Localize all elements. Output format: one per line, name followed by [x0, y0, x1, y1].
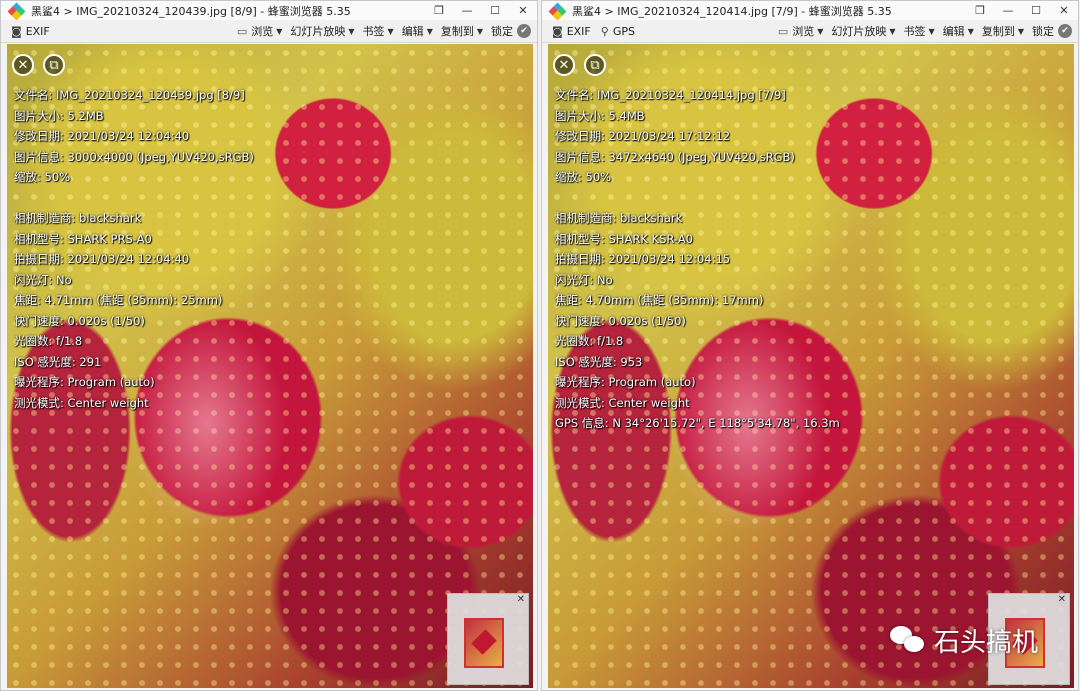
shutter-speed: 快门速度: 0.020s (1/50) — [555, 313, 686, 328]
chevron-down-icon: ▼ — [348, 26, 355, 36]
camera-make: 相机制造商: blackshark — [555, 211, 683, 225]
aperture: 光圈数: f/1.8 — [14, 334, 83, 348]
menu-slideshow[interactable]: 幻灯片放映 ▼ — [290, 23, 354, 39]
shot-date: 拍摄日期: 2021/03/24 12:04:15 — [555, 252, 731, 266]
exif-button[interactable]: ◙ EXIF — [552, 25, 591, 38]
image-info: 图片信息: 3472x4640 (Jpeg,YUV420,sRGB) — [555, 149, 795, 164]
image-info: 图片信息: 3000x4000 (Jpeg,YUV420,sRGB) — [14, 149, 254, 164]
iso: ISO 感光度: 953 — [555, 354, 643, 369]
close-icon[interactable]: ✕ — [1058, 594, 1066, 605]
file-size: 图片大小: 5.4MB — [555, 108, 645, 123]
zoom-level: 缩放: 50% — [555, 170, 612, 184]
viewer-window-right: 黑鲨4 > IMG_20210324_120414.jpg [7/9] - 蜂蜜… — [541, 0, 1079, 691]
watermark: 石头搞机 — [890, 620, 1038, 660]
chevron-down-icon: ▼ — [387, 26, 394, 36]
chevron-down-icon: ▼ — [928, 26, 935, 36]
maximize-button[interactable]: ☐ — [1022, 1, 1050, 20]
check-icon: ✔ — [1058, 24, 1072, 38]
camera-make: 相机制造商: blackshark — [14, 211, 142, 225]
restore-icon[interactable]: ❐ — [966, 1, 994, 20]
menu-view[interactable]: ▭ 浏览 ▼ — [237, 23, 283, 39]
exif-info-panel: 文件名: IMG_20210324_120439.jpg [8/9] 图片大小:… — [14, 85, 254, 413]
window-title: 黑鲨4 > IMG_20210324_120414.jpg [7/9] - 蜂蜜… — [572, 4, 892, 18]
title-bar[interactable]: 黑鲨4 > IMG_20210324_120439.jpg [8/9] - 蜂蜜… — [1, 1, 537, 20]
menu-bookmark[interactable]: 书签 ▼ — [904, 23, 935, 39]
toolbar: ◙ EXIF ⚲ GPS ▭ 浏览 ▼ 幻灯片放映 ▼ 书签 ▼ 编辑 ▼ 复制到 ▼ 锁定 ✔ — [542, 20, 1078, 43]
wechat-icon — [890, 626, 926, 654]
title-bar[interactable]: 黑鲨4 > IMG_20210324_120414.jpg [7/9] - 蜂蜜… — [542, 1, 1078, 20]
menu-edit[interactable]: 编辑 ▼ — [943, 23, 974, 39]
menu-copy-to[interactable]: 复制到 ▼ — [441, 23, 483, 39]
menu-edit[interactable]: 编辑 ▼ — [402, 23, 433, 39]
window-title: 黑鲨4 > IMG_20210324_120439.jpg [8/9] - 蜂蜜… — [31, 4, 351, 18]
camera-model: 相机型号: SHARK PRS-A0 — [14, 231, 152, 246]
modified-date: 修改日期: 2021/03/24 17:12:12 — [555, 129, 731, 143]
copy-circle-icon[interactable]: ⧉ — [584, 54, 606, 76]
camera-model: 相机型号: SHARK KSR-A0 — [555, 231, 693, 246]
close-button[interactable]: ✕ — [509, 1, 537, 20]
iso: ISO 感光度: 291 — [14, 354, 102, 369]
flash: 闪光灯: No — [14, 272, 72, 287]
close-circle-icon[interactable]: ✕ — [12, 54, 34, 76]
exposure-program: 曝光程序: Program (auto) — [555, 375, 696, 389]
close-circle-icon[interactable]: ✕ — [553, 54, 575, 76]
menu-slideshow[interactable]: 幻灯片放映 ▼ — [831, 23, 895, 39]
metering-mode: 测光模式: Center weight — [14, 395, 149, 410]
chevron-down-icon: ▼ — [1017, 26, 1024, 36]
metering-mode: 测光模式: Center weight — [555, 395, 690, 410]
view-icon: ▭ — [236, 24, 248, 38]
camera-icon: ◙ — [11, 24, 22, 38]
shutter-speed: 快门速度: 0.020s (1/50) — [14, 313, 145, 328]
toolbar: ◙ EXIF ▭ 浏览 ▼ 幻灯片放映 ▼ 书签 ▼ 编辑 ▼ 复制到 ▼ 锁定 ✔ — [1, 20, 537, 43]
focal-length: 焦距: 4.70mm (焦距 (35mm): 17mm) — [555, 293, 764, 307]
chevron-down-icon: ▼ — [889, 26, 896, 36]
camera-icon: ◙ — [552, 24, 563, 38]
chevron-down-icon: ▼ — [967, 26, 974, 36]
chevron-down-icon: ▼ — [817, 26, 824, 36]
focal-length: 焦距: 4.71mm (焦距 (35mm): 25mm) — [14, 293, 223, 307]
shot-date: 拍摄日期: 2021/03/24 12:04:40 — [14, 252, 190, 266]
restore-icon[interactable]: ❐ — [425, 1, 453, 20]
gps-button[interactable]: ⚲ GPS — [601, 25, 635, 38]
minimize-button[interactable]: — — [994, 1, 1022, 20]
thumbnail-image — [464, 618, 504, 668]
watermark-text: 石头搞机 — [934, 627, 1039, 658]
chevron-down-icon: ▼ — [426, 26, 433, 36]
minimize-button[interactable]: — — [453, 1, 481, 20]
file-name: 文件名: IMG_20210324_120414.jpg [7/9] — [555, 88, 786, 102]
zoom-level: 缩放: 50% — [14, 170, 71, 184]
menu-bookmark[interactable]: 书签 ▼ — [363, 23, 394, 39]
exposure-program: 曝光程序: Program (auto) — [14, 375, 155, 389]
gps-info: GPS 信息: N 34°26'15.72", E 118°5'34.78", … — [555, 416, 840, 430]
navigator-thumbnail[interactable]: ✕ — [447, 593, 529, 685]
exif-button[interactable]: ◙ EXIF — [11, 25, 50, 38]
lock-toggle[interactable]: 锁定 ✔ — [491, 23, 531, 39]
close-icon[interactable]: ✕ — [517, 594, 525, 605]
aperture: 光圈数: f/1.8 — [555, 334, 624, 348]
lock-toggle[interactable]: 锁定 ✔ — [1032, 23, 1072, 39]
menu-copy-to[interactable]: 复制到 ▼ — [982, 23, 1024, 39]
exif-info-panel: 文件名: IMG_20210324_120414.jpg [7/9] 图片大小:… — [555, 85, 840, 434]
view-icon: ▭ — [777, 24, 789, 38]
maximize-button[interactable]: ☐ — [481, 1, 509, 20]
check-icon: ✔ — [517, 24, 531, 38]
close-button[interactable]: ✕ — [1050, 1, 1078, 20]
copy-circle-icon[interactable]: ⧉ — [43, 54, 65, 76]
chevron-down-icon: ▼ — [276, 26, 283, 36]
flash: 闪光灯: No — [555, 272, 613, 287]
image-viewport[interactable]: ✕ ⧉ 文件名: IMG_20210324_120414.jpg [7/9] 图… — [548, 44, 1074, 688]
menu-view[interactable]: ▭ 浏览 ▼ — [778, 23, 824, 39]
file-size: 图片大小: 5.2MB — [14, 108, 104, 123]
viewer-window-left: 黑鲨4 > IMG_20210324_120439.jpg [8/9] - 蜂蜜… — [0, 0, 538, 691]
location-pin-icon: ⚲ — [600, 24, 609, 38]
app-logo-icon — [548, 2, 567, 20]
chevron-down-icon: ▼ — [476, 26, 483, 36]
modified-date: 修改日期: 2021/03/24 12:04:40 — [14, 129, 190, 143]
file-name: 文件名: IMG_20210324_120439.jpg [8/9] — [14, 88, 245, 102]
image-viewport[interactable]: ✕ ⧉ 文件名: IMG_20210324_120439.jpg [8/9] 图… — [7, 44, 533, 688]
app-logo-icon — [7, 2, 26, 20]
